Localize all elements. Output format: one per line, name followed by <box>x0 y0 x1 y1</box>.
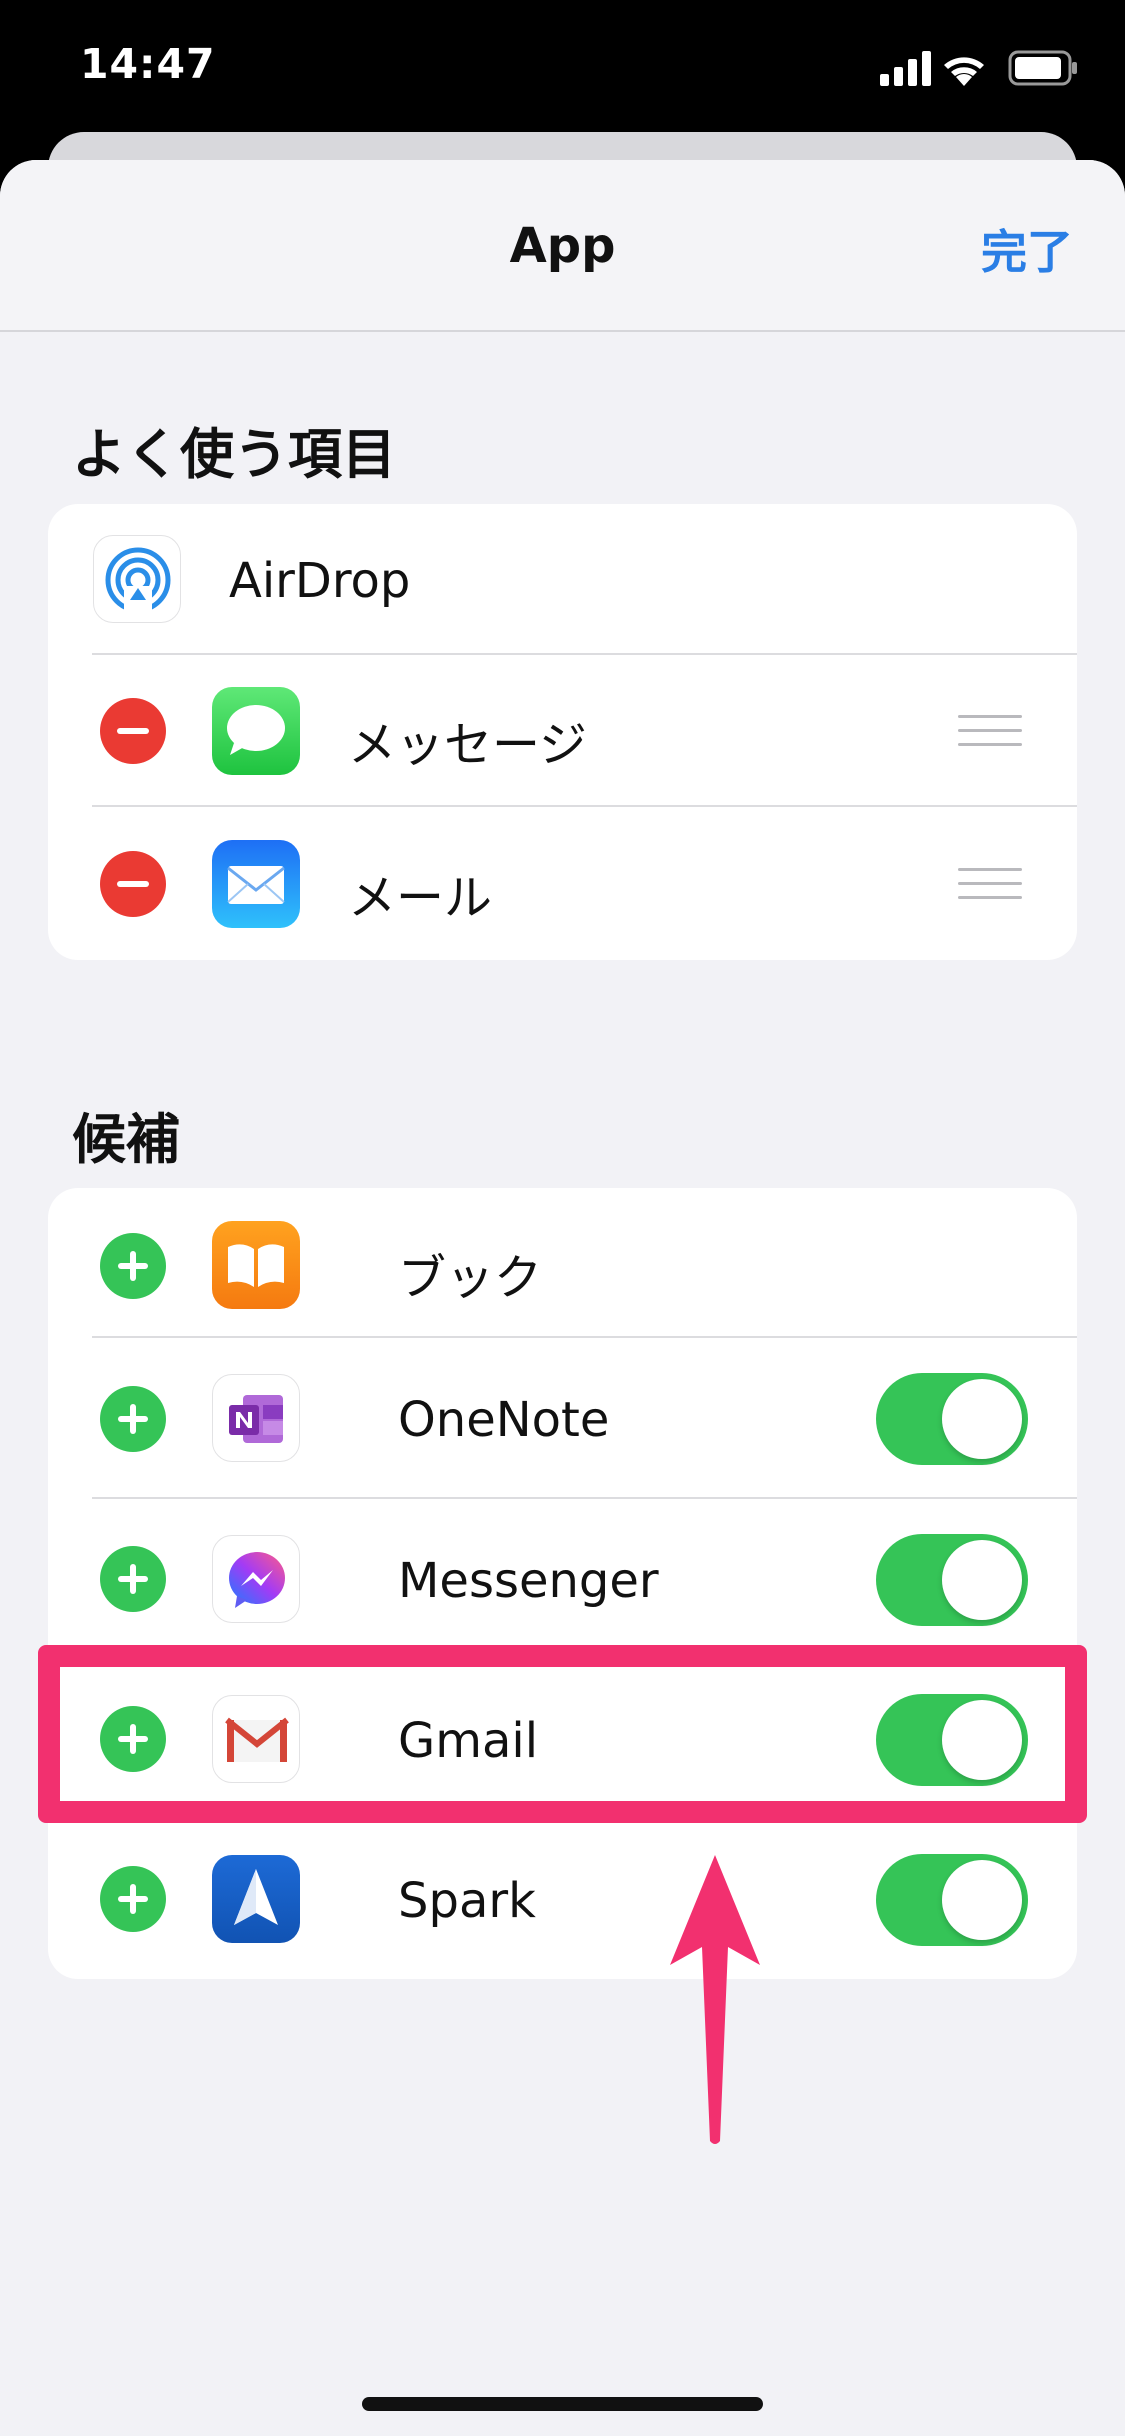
favorites-section-header: よく使う項目 <box>72 423 396 486</box>
up-arrow-annotation <box>670 1855 760 2144</box>
toggle-knob <box>942 1860 1022 1940</box>
list-item-label: Spark <box>398 1873 536 1929</box>
airdrop-icon <box>93 535 181 623</box>
suggestions-list: ブック OneNote Messenger Gmail Spark <box>48 1188 1077 1979</box>
list-item-label: Messenger <box>398 1553 659 1609</box>
list-item-label: ブック <box>398 1250 543 1306</box>
mail-icon <box>212 840 300 928</box>
list-item-spark[interactable]: Spark <box>48 1819 1077 1979</box>
list-item-mail[interactable]: メール <box>48 807 1077 960</box>
list-item-label: OneNote <box>398 1392 610 1448</box>
remove-button[interactable] <box>100 698 166 764</box>
list-item-label: メール <box>348 870 493 926</box>
drag-handle-icon[interactable] <box>958 868 1022 900</box>
home-indicator <box>362 2397 763 2411</box>
status-bar: 14:47 <box>0 0 1125 135</box>
done-button[interactable]: 完了 <box>981 216 1073 282</box>
app-sheet: App 完了 よく使う項目 AirDrop メッセージ メール 候補 ブック O… <box>0 160 1125 2436</box>
suggestions-section-header: 候補 <box>72 1108 180 1171</box>
spark-icon <box>212 1855 300 1943</box>
wifi-icon <box>944 57 984 86</box>
list-item-messages[interactable]: メッセージ <box>48 655 1077 807</box>
highlight-box <box>38 1645 1087 1823</box>
list-item-label: メッセージ <box>348 717 588 773</box>
list-item-airdrop[interactable]: AirDrop <box>48 504 1077 655</box>
battery-icon <box>1008 50 1077 86</box>
onenote-icon <box>212 1374 300 1462</box>
status-time: 14:47 <box>80 40 216 88</box>
toggle-knob <box>942 1540 1022 1620</box>
spark-toggle[interactable] <box>876 1854 1028 1946</box>
list-item-onenote[interactable]: OneNote <box>48 1338 1077 1499</box>
nav-bar: App 完了 <box>0 160 1125 332</box>
list-item-books[interactable]: ブック <box>48 1188 1077 1338</box>
list-item-messenger[interactable]: Messenger <box>48 1499 1077 1659</box>
page-title: App <box>509 218 616 274</box>
add-button[interactable] <box>100 1233 166 1299</box>
remove-button[interactable] <box>100 851 166 917</box>
favorites-list: AirDrop メッセージ メール <box>48 504 1077 960</box>
list-item-label: AirDrop <box>229 553 411 609</box>
messages-icon <box>212 687 300 775</box>
cellular-signal-icon <box>880 51 931 86</box>
add-button[interactable] <box>100 1866 166 1932</box>
drag-handle-icon[interactable] <box>958 715 1022 747</box>
add-button[interactable] <box>100 1546 166 1612</box>
toggle-knob <box>942 1379 1022 1459</box>
status-icons <box>880 48 1080 88</box>
messenger-icon <box>212 1535 300 1623</box>
add-button[interactable] <box>100 1386 166 1452</box>
messenger-toggle[interactable] <box>876 1534 1028 1626</box>
books-icon <box>212 1221 300 1309</box>
onenote-toggle[interactable] <box>876 1373 1028 1465</box>
